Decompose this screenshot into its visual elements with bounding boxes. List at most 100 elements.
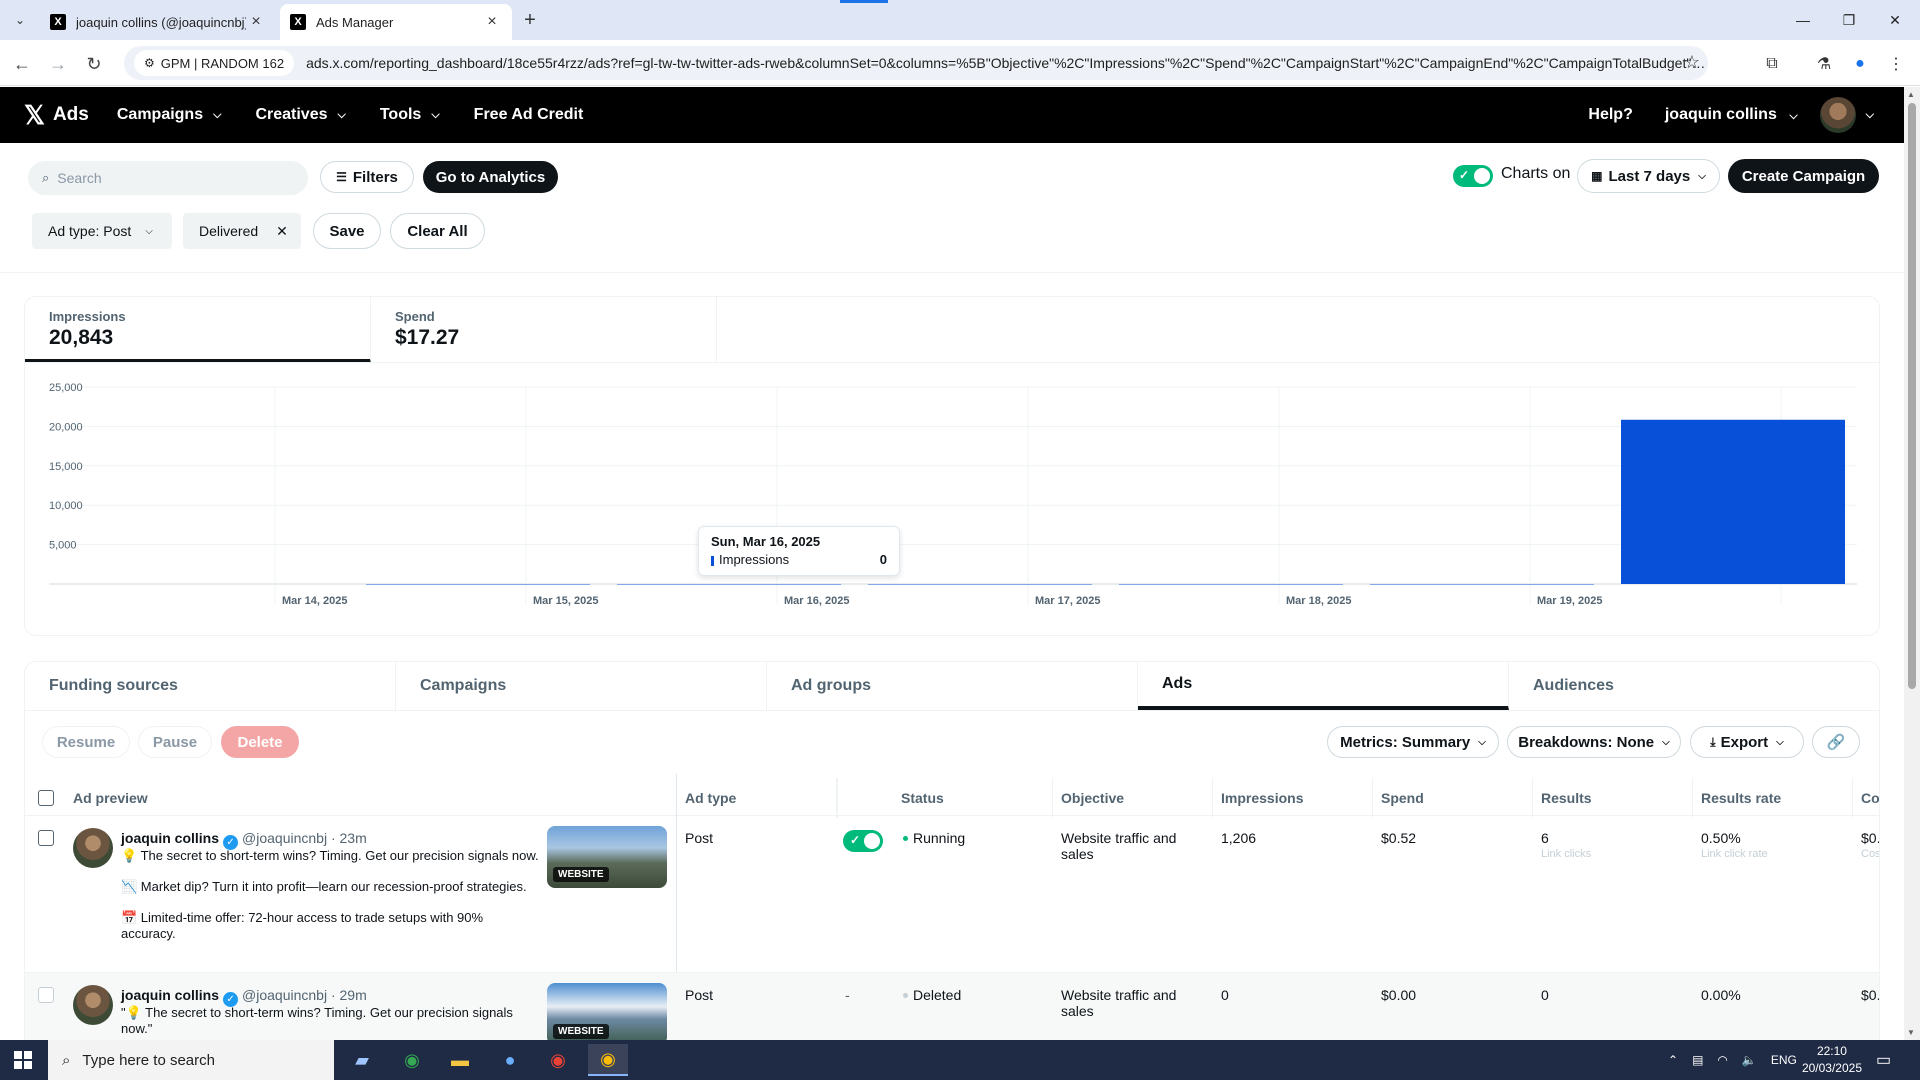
- help-link[interactable]: Help?: [1588, 106, 1632, 124]
- browser-menu-icon[interactable]: ⋮: [1884, 53, 1908, 75]
- extensions-icon[interactable]: ⧉: [1760, 53, 1784, 75]
- chevron-down-icon[interactable]: ⌵: [1866, 109, 1874, 122]
- avatar[interactable]: [1819, 97, 1856, 133]
- create-campaign-button[interactable]: Create Campaign: [1728, 159, 1879, 193]
- tab-ad-groups[interactable]: Ad groups: [767, 662, 1138, 710]
- pause-button[interactable]: Pause: [138, 726, 212, 758]
- tab-funding-sources[interactable]: Funding sources: [25, 662, 396, 710]
- reload-icon[interactable]: ↻: [80, 50, 108, 78]
- account-menu[interactable]: joaquin collins ⌵: [1665, 106, 1798, 124]
- labs-flask-icon[interactable]: ⚗: [1812, 53, 1836, 75]
- forward-icon[interactable]: →: [44, 50, 72, 78]
- app-icon-tablet[interactable]: ▰: [342, 1044, 382, 1076]
- status-dot-icon: [903, 993, 908, 998]
- browser-tab-profile[interactable]: X joaquin collins (@joaquincnbj) / X ×: [40, 4, 276, 40]
- breakdowns-dropdown[interactable]: Breakdowns: None ⌵: [1507, 726, 1681, 758]
- nav-tools[interactable]: Tools ⌵: [380, 106, 440, 124]
- chrome-active-icon[interactable]: ◉: [588, 1044, 628, 1076]
- tab-title: joaquin collins (@joaquincnbj) / X: [76, 14, 246, 30]
- chrome-profile-icon[interactable]: ◉: [538, 1044, 578, 1076]
- volume-icon[interactable]: 🔈: [1742, 1053, 1757, 1067]
- browser-tab-ads-manager[interactable]: X Ads Manager ×: [280, 4, 512, 40]
- language-indicator[interactable]: ENG: [1771, 1053, 1797, 1067]
- metrics-dropdown[interactable]: Metrics: Summary ⌵: [1327, 726, 1499, 758]
- remove-filter-icon[interactable]: ✕: [276, 223, 288, 240]
- tab-audiences[interactable]: Audiences: [1509, 662, 1880, 710]
- metric-impressions[interactable]: Impressions 20,843: [25, 297, 371, 363]
- nav-label: Tools: [379, 106, 422, 123]
- nav-free-ad-credit[interactable]: Free Ad Credit: [474, 106, 584, 124]
- ad-media-thumbnail[interactable]: WEBSITE: [547, 826, 667, 888]
- profile-icon[interactable]: ●: [1848, 53, 1872, 75]
- export-dropdown[interactable]: ⤓ Export ⌵: [1690, 726, 1804, 758]
- chip-label: Ad type: Post: [48, 223, 132, 239]
- scroll-down-icon[interactable]: ▼: [1907, 1028, 1915, 1037]
- file-explorer-icon[interactable]: ▬: [440, 1044, 480, 1076]
- copy-link-button[interactable]: 🔗: [1812, 726, 1860, 758]
- nav-creatives[interactable]: Creatives ⌵: [255, 106, 345, 124]
- scroll-up-icon[interactable]: ▲: [1907, 90, 1915, 99]
- tab-ads[interactable]: Ads: [1138, 662, 1509, 710]
- filters-button[interactable]: ☰ Filters: [320, 161, 414, 193]
- bookmark-star-icon[interactable]: ☆: [1684, 52, 1700, 73]
- col-cost[interactable]: Co: [1853, 778, 1879, 818]
- restore-icon[interactable]: ❐: [1826, 0, 1872, 40]
- search-input[interactable]: ⌕ Search: [28, 161, 308, 195]
- close-tab-icon[interactable]: ×: [246, 12, 266, 32]
- table-row[interactable]: joaquin collins ✓ @joaquincnbj · 23m 💡 The…: [25, 816, 1879, 972]
- ad-type-filter-chip[interactable]: Ad type: Post ⌵: [32, 213, 172, 249]
- export-label: Export: [1720, 733, 1769, 751]
- row-checkbox[interactable]: [38, 987, 54, 1003]
- metric-value: 20,843: [49, 326, 114, 349]
- col-ad-type[interactable]: Ad type: [677, 778, 837, 818]
- metric-spend[interactable]: Spend $17.27: [371, 297, 717, 363]
- taskbar-search-input[interactable]: ⌕ Type here to search: [48, 1040, 334, 1080]
- url-text[interactable]: ads.x.com/reporting_dashboard/18ce55r4rz…: [306, 55, 1708, 71]
- col-objective[interactable]: Objective: [1053, 778, 1213, 818]
- chrome-icon[interactable]: ◉: [392, 1044, 432, 1076]
- notifications-icon[interactable]: ▭: [1876, 1040, 1891, 1080]
- page-scrollbar[interactable]: ▲ ▼: [1904, 87, 1920, 1040]
- col-status[interactable]: Status: [893, 778, 1053, 818]
- col-impressions[interactable]: Impressions: [1213, 778, 1373, 818]
- col-spend[interactable]: Spend: [1373, 778, 1533, 818]
- nav-label: Campaigns: [116, 106, 204, 123]
- ad-active-toggle[interactable]: [843, 830, 883, 852]
- post-time: · 29m: [330, 987, 367, 1003]
- people-app-icon[interactable]: ●: [490, 1044, 530, 1076]
- close-tab-icon[interactable]: ×: [482, 12, 502, 32]
- charts-toggle[interactable]: [1453, 165, 1493, 187]
- minimize-icon[interactable]: —: [1780, 0, 1826, 40]
- tray-overflow-icon[interactable]: ⌃: [1668, 1053, 1678, 1067]
- new-tab-icon[interactable]: +: [518, 8, 542, 32]
- x-ads-logo[interactable]: 𝕏 Ads: [24, 100, 89, 131]
- nav-campaigns[interactable]: Campaigns ⌵: [117, 106, 222, 124]
- go-to-analytics-button[interactable]: Go to Analytics: [423, 161, 558, 193]
- window-close-icon[interactable]: ✕: [1872, 0, 1918, 40]
- delete-button[interactable]: Delete: [221, 726, 299, 758]
- date-range-picker[interactable]: ▦ Last 7 days ⌵: [1577, 159, 1720, 193]
- delivered-filter-chip[interactable]: Delivered ✕: [183, 213, 301, 249]
- back-icon[interactable]: ←: [8, 50, 36, 78]
- wifi-icon[interactable]: ◠: [1717, 1053, 1727, 1067]
- col-ad-preview[interactable]: Ad preview: [65, 778, 676, 818]
- entity-table-card: Funding sources Campaigns Ad groups Ads …: [24, 661, 1880, 1080]
- notes-icon[interactable]: ▤: [1692, 1053, 1703, 1067]
- site-info-chip[interactable]: ⚙ GPM | RANDOM 162: [134, 50, 295, 76]
- windows-start-icon[interactable]: [14, 1051, 32, 1069]
- col-results[interactable]: Results: [1533, 778, 1693, 818]
- resume-button[interactable]: Resume: [42, 726, 130, 758]
- author-handle: @joaquincnbj: [242, 987, 328, 1003]
- clock[interactable]: 22:10 20/03/2025: [1802, 1043, 1862, 1077]
- col-results-rate[interactable]: Results rate: [1693, 778, 1853, 818]
- save-filter-button[interactable]: Save: [313, 213, 381, 249]
- tab-campaigns[interactable]: Campaigns: [396, 662, 767, 710]
- impressions-cell: 1,206: [1221, 830, 1257, 846]
- clear-all-button[interactable]: Clear All: [390, 213, 485, 249]
- omnibox[interactable]: ⚙ GPM | RANDOM 162 ads.x.com/reporting_d…: [124, 46, 1708, 80]
- select-all-checkbox[interactable]: [38, 790, 54, 806]
- row-checkbox[interactable]: [38, 830, 54, 846]
- ad-media-thumbnail[interactable]: WEBSITE: [547, 983, 667, 1045]
- tab-list-chevron-icon[interactable]: ⌄: [8, 8, 32, 32]
- scrollbar-thumb[interactable]: [1908, 103, 1916, 689]
